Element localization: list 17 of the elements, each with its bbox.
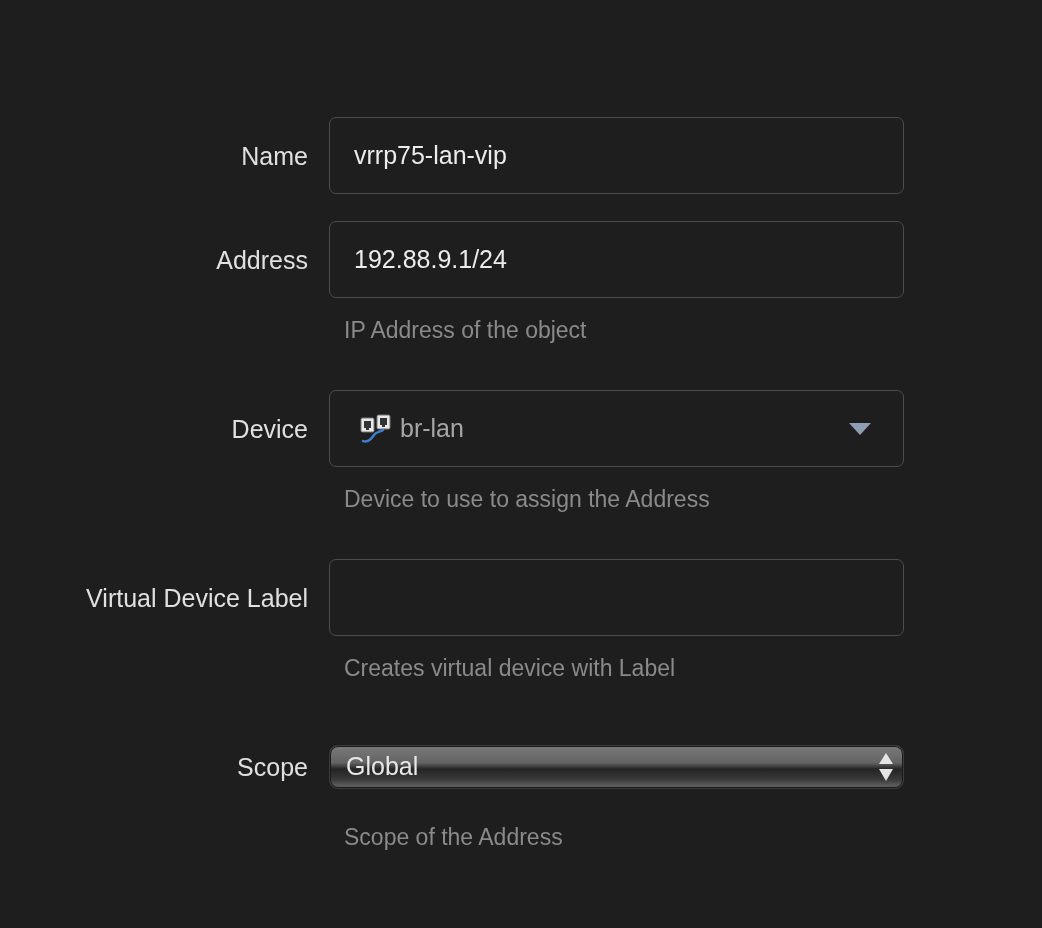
device-dropdown[interactable]: br-lan <box>329 390 904 467</box>
text-input[interactable]: vrrp75-lan-vip <box>329 117 904 194</box>
help-text: Scope of the Address <box>344 823 563 852</box>
up-down-arrows-icon <box>879 752 893 781</box>
help-text: Device to use to assign the Address <box>344 485 710 514</box>
scope-select[interactable]: Global <box>329 744 904 789</box>
caret-icon <box>849 422 871 435</box>
field-label: Name <box>241 140 308 171</box>
field-label: Virtual Device Label <box>86 582 308 613</box>
field-label: Address <box>216 244 308 275</box>
network-ports-icon <box>360 413 392 444</box>
help-text: IP Address of the object <box>344 316 587 345</box>
field-label: Device <box>231 413 308 444</box>
help-text: Creates virtual device with Label <box>344 654 676 683</box>
field-label: Scope <box>237 751 308 782</box>
text-input[interactable]: 192.88.9.1/24 <box>329 221 904 298</box>
text-input[interactable] <box>329 559 904 636</box>
